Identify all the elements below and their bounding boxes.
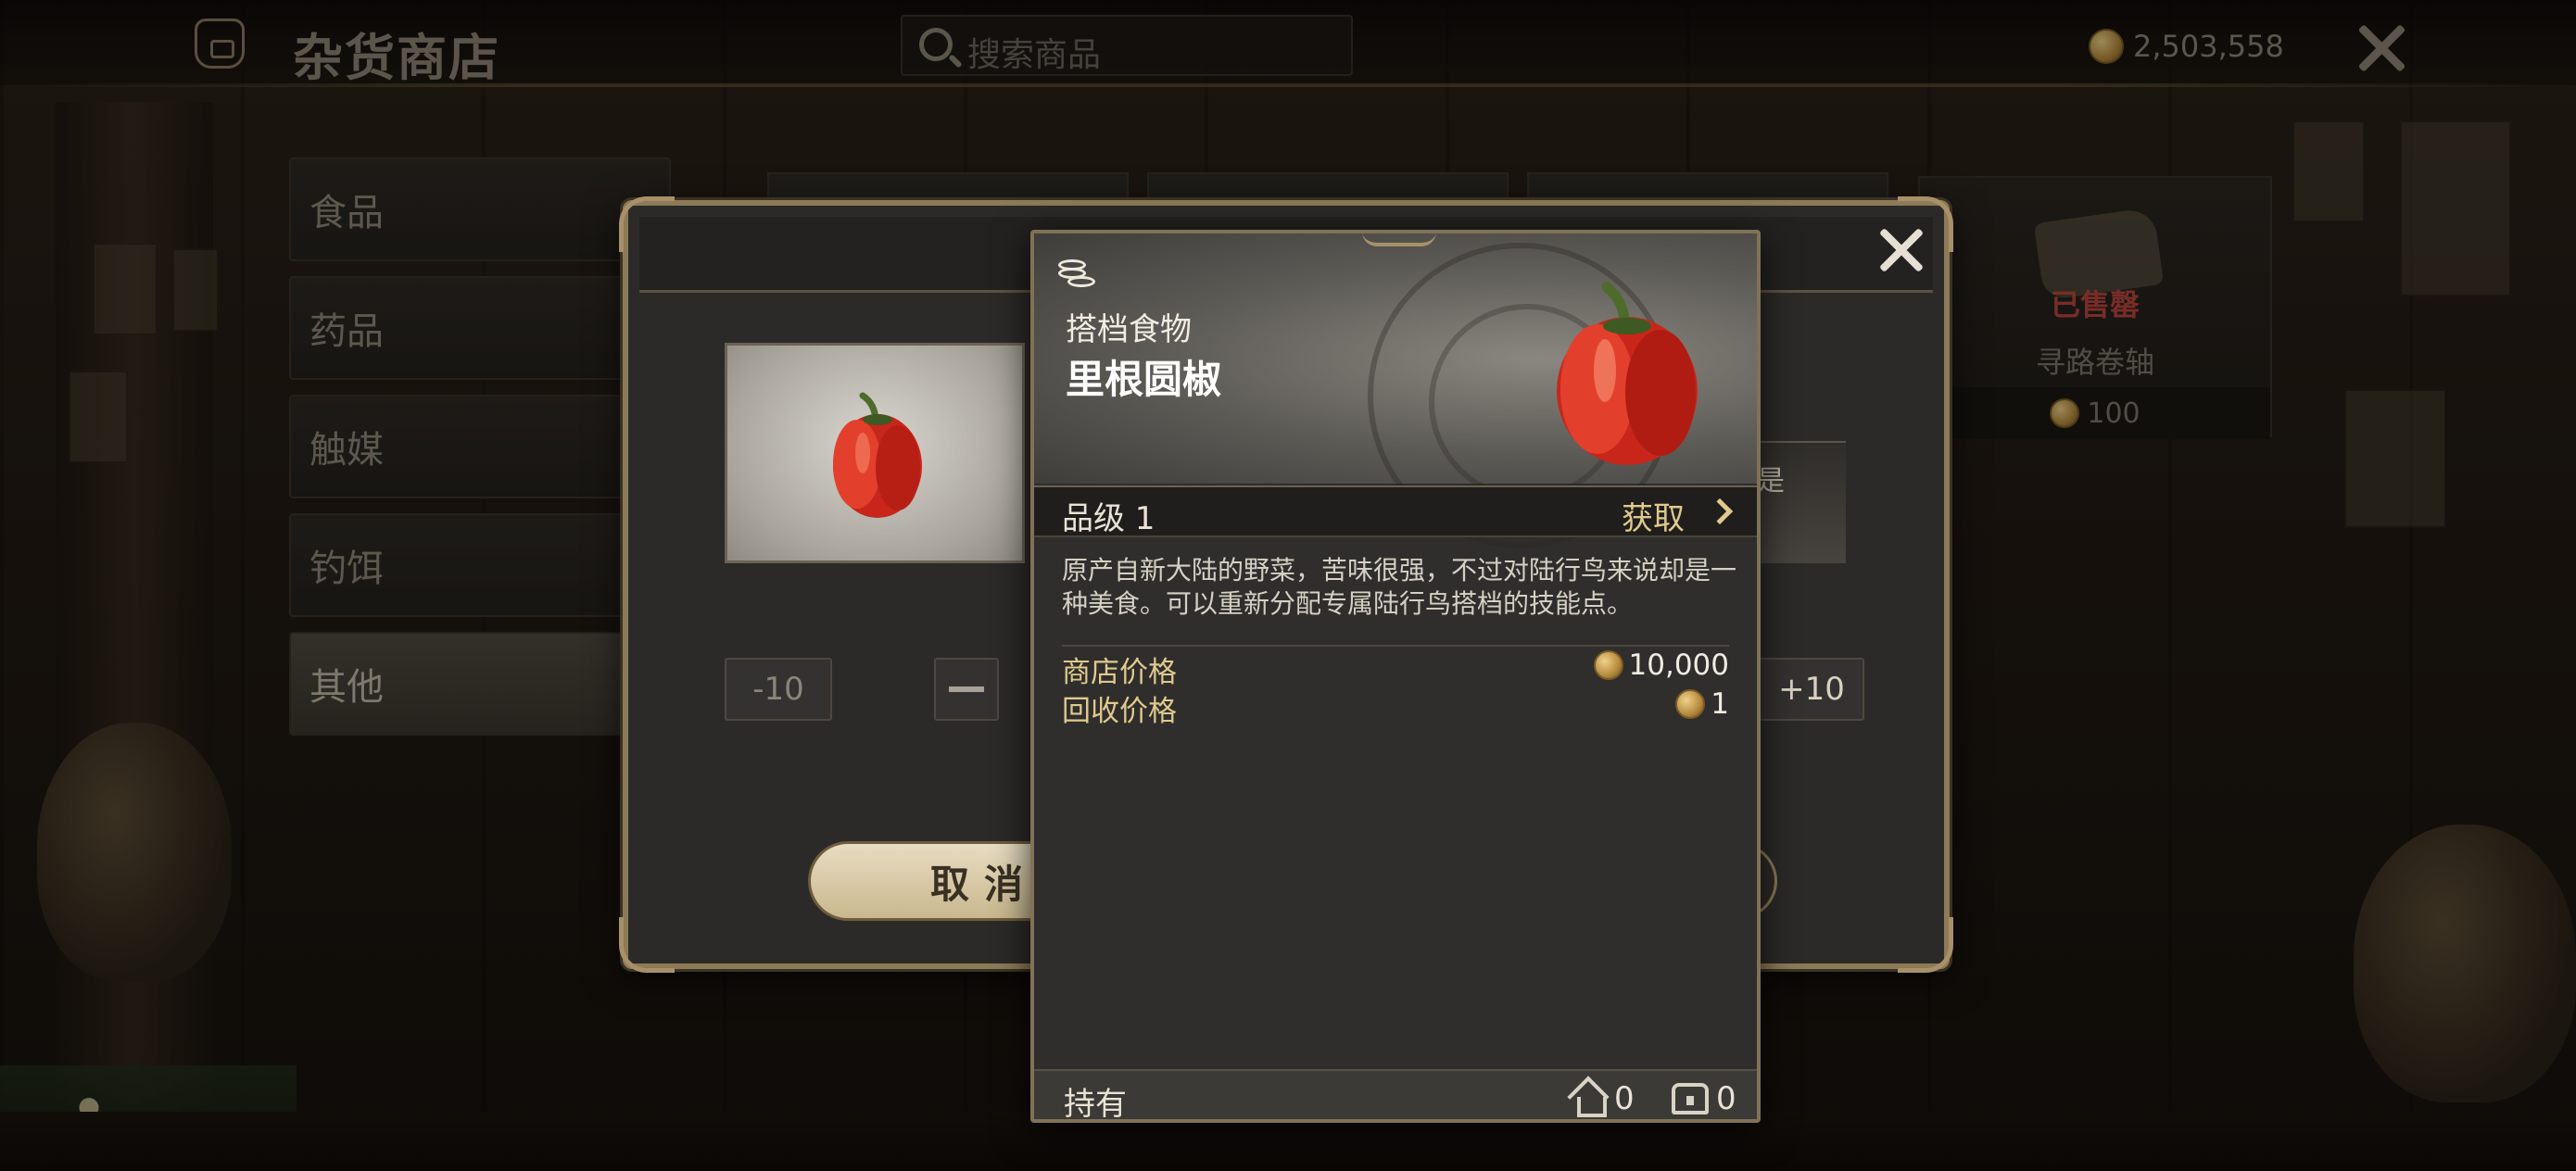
bell-pepper-icon	[1557, 282, 1698, 465]
sell-price-value: 1	[1711, 687, 1729, 721]
item-description: 原产自新大陆的野菜，苦味很强，不过对陆行鸟来说却是一种美食。可以重新分配专属陆行…	[1062, 555, 1737, 619]
held-inventory: 0	[1570, 1080, 1635, 1117]
coins-icon	[1056, 259, 1097, 289]
item-preview	[725, 343, 1025, 563]
holdings-label: 持有	[1064, 1086, 1127, 1123]
sell-price-label: 回收价格	[1062, 695, 1177, 728]
frame-ornament	[1362, 233, 1436, 246]
shop-price-row: 商店价格 10,000	[1062, 648, 1729, 689]
held-storage-count: 0	[1716, 1080, 1736, 1117]
gil-coin-icon	[1675, 689, 1706, 719]
close-icon[interactable]	[1875, 224, 1927, 276]
decrease-button[interactable]	[934, 658, 999, 721]
item-category: 搭档食物	[1066, 311, 1192, 348]
held-inventory-count: 0	[1614, 1080, 1635, 1117]
sell-price-value-wrap: 1	[1675, 687, 1729, 721]
sell-price-row: 回收价格 1	[1062, 687, 1729, 728]
increase-10-button[interactable]: +10	[1759, 658, 1864, 721]
shop-price-value: 10,000	[1628, 648, 1729, 682]
held-storage: 0	[1672, 1080, 1736, 1117]
shop-price-value-wrap: 10,000	[1593, 648, 1729, 682]
shop-price-label: 商店价格	[1062, 656, 1177, 689]
bell-pepper-icon	[833, 392, 922, 518]
decrease-10-button[interactable]: -10	[725, 658, 832, 721]
frame-corner	[1898, 917, 1953, 973]
house-icon	[1570, 1082, 1607, 1117]
grade-bar: 品级 1 获取	[1034, 485, 1757, 537]
description-fragment: 是	[1757, 465, 1785, 497]
obtain-link[interactable]: 获取	[1622, 493, 1685, 538]
holdings-footer: 持有 0 0	[1034, 1069, 1757, 1123]
item-grade: 品级 1	[1062, 500, 1155, 537]
chest-icon	[1672, 1083, 1709, 1114]
item-name: 里根圆椒	[1066, 357, 1222, 402]
gil-coin-icon	[1593, 650, 1623, 680]
item-tooltip: 搭档食物 里根圆椒 品级 1 获取 原产自新大陆的野菜，苦味很强，不过对陆行鸟来…	[1030, 230, 1761, 1123]
chevron-right-icon[interactable]	[1706, 497, 1734, 525]
divider	[1062, 645, 1729, 647]
tooltip-header: 搭档食物 里根圆椒	[1034, 233, 1757, 548]
frame-corner	[619, 917, 675, 973]
